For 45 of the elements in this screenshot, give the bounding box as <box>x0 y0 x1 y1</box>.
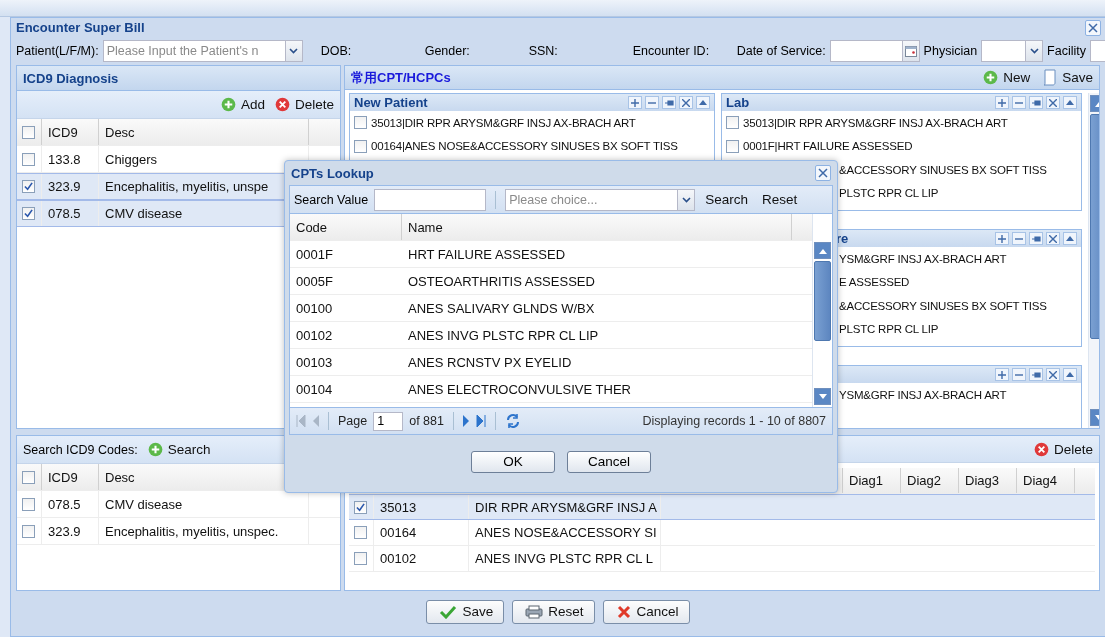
table-cell: ANES ELECTROCONVULSIVE THER <box>408 381 631 397</box>
table-cell: DIR RPR ARYSM&GRF INSJ A <box>475 499 657 515</box>
table-cell: 00102 <box>380 551 417 566</box>
table-cell: 323.9 <box>48 179 81 194</box>
portlet-title: New Patient <box>354 95 428 110</box>
table-cell: Encephalitis, myelitis, unspe <box>105 179 269 194</box>
table-cell: ANES NOSE&ACCESSORY SI <box>475 525 657 540</box>
table-cell: 323.9 <box>48 523 81 539</box>
table-cell: 0005F <box>296 273 333 289</box>
paging-label: Page <box>338 414 368 428</box>
table-cell: 078.5 <box>48 496 81 512</box>
field-label: Gender: <box>424 44 471 58</box>
table-cell: ANES INVG PLSTC RPR CL L <box>475 551 653 566</box>
toolbar-label: Search ICD9 Codes: <box>23 442 138 457</box>
field-label: Facility <box>1047 44 1086 58</box>
table-cell: CMV disease <box>105 206 183 221</box>
table-cell: ANES RCNSTV PX EYELID <box>408 354 572 370</box>
panel-title: ICD9 Diagnosis <box>23 70 119 86</box>
table-cell: 00164 <box>380 525 417 540</box>
window-title: Encounter Super Bill <box>16 20 145 35</box>
field-label: Physician <box>923 44 978 58</box>
table-cell: ANES INVG PLSTC RPR CL LIP <box>408 327 599 343</box>
table-cell: Encephalitis, myelitis, unspec. <box>105 523 279 539</box>
table-cell: Chiggers <box>105 151 158 167</box>
table-cell: 133.8 <box>48 151 81 167</box>
field-label: Date of Service: <box>736 44 826 58</box>
table-cell: 00100 <box>296 300 333 316</box>
table-cell: ANES SALIVARY GLNDS W/BX <box>408 300 595 316</box>
field-label: Patient(L/F/M): <box>16 44 99 58</box>
table-cell: 0001F <box>296 246 333 262</box>
table-cell: CMV disease <box>105 496 183 512</box>
table-cell: 35013 <box>380 499 417 515</box>
paging-status: Displaying records 1 - 10 of 8807 <box>642 414 826 428</box>
table-cell: HRT FAILURE ASSESSED <box>408 246 566 262</box>
table-cell: 078.5 <box>48 206 81 221</box>
field-label: Encounter ID: <box>632 44 711 58</box>
table-cell: 00104 <box>296 381 333 397</box>
paging-label: of 881 <box>409 414 444 428</box>
table-cell: 00102 <box>296 327 333 343</box>
field-label: DOB: <box>320 44 353 58</box>
field-label: SSN: <box>528 44 559 58</box>
portlet-title: Lab <box>726 95 750 110</box>
table-cell: 00103 <box>296 354 333 370</box>
table-cell: OSTEOARTHRITIS ASSESSED <box>408 273 595 289</box>
panel-title: 常用CPT/HCPCs <box>351 68 451 87</box>
